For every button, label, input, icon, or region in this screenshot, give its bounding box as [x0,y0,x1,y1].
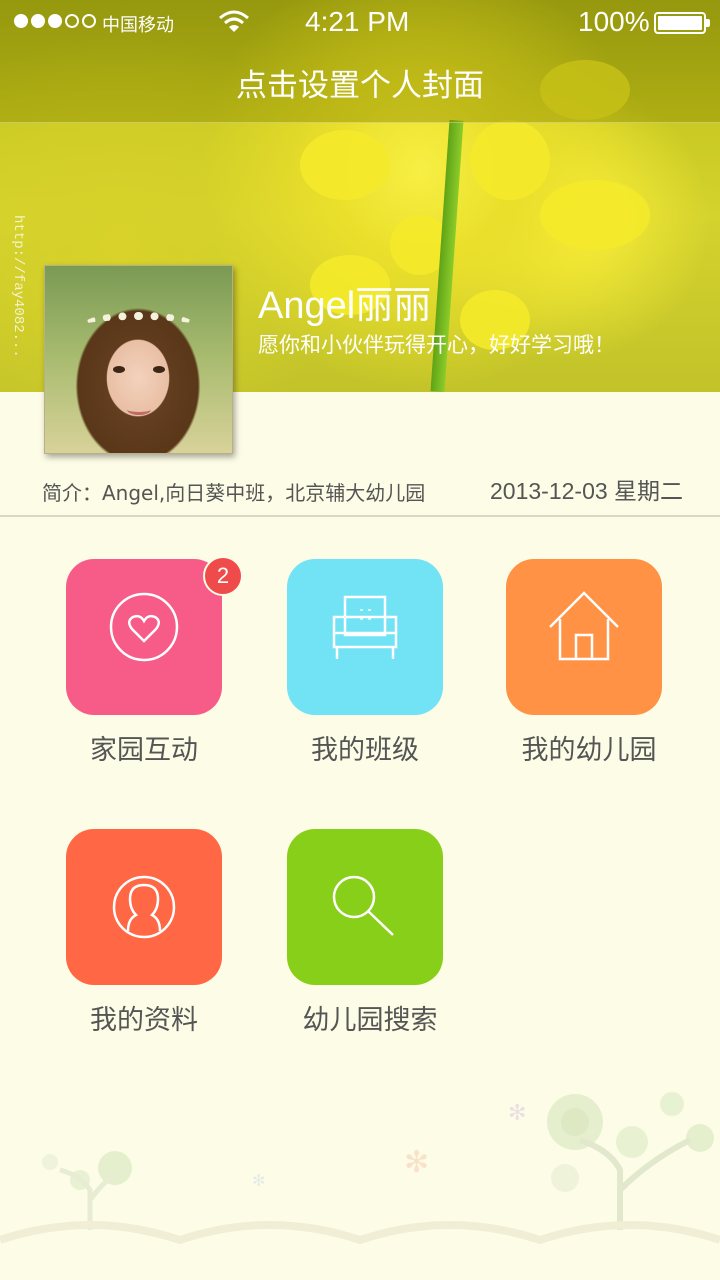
profile-intro: 简介：Angel,向日葵中班，北京辅大幼儿园 [42,481,426,505]
carrier-name: 中国移动 [102,15,174,35]
home-school-label: 家园互动 [90,735,198,766]
chair-icon [332,595,398,659]
my-kindergarten-label: 我的幼儿园 [521,735,657,766]
status-bar: 中国移动 4:21 PM 100% [0,0,720,46]
avatar[interactable] [44,265,233,454]
search-icon [332,875,394,936]
flower-crown [83,312,195,338]
battery-percentage: 100% [578,6,650,37]
svg-text:✻: ✻ [252,1171,265,1190]
divider [0,515,720,517]
my-kindergarten-button[interactable] [506,559,662,715]
profile-name: Angel丽丽 [258,285,432,327]
kindergarten-search-label: 幼儿园搜索 [302,1005,438,1036]
heart-circle-icon [109,592,179,662]
avatar-eye [113,366,125,373]
wifi-icon [219,10,249,32]
my-class-label: 我的班级 [311,735,419,766]
profile-motto: 愿你和小伙伴玩得开心，好好学习哦！ [258,333,615,357]
signal-strength-icon [14,14,96,28]
my-class-button[interactable] [287,559,443,715]
home-school-button[interactable] [66,559,222,715]
watermark-text: http://fay4082... [10,215,26,358]
flower-blob [540,180,650,250]
battery-icon [654,12,710,34]
my-profile-button[interactable] [66,829,222,985]
set-cover-title[interactable]: 点击设置个人封面 [0,60,720,105]
clock: 4:21 PM [305,6,410,37]
my-profile-label: 我的资料 [90,1005,198,1036]
avatar-eye [153,366,165,373]
user-circle-icon [112,875,176,939]
flower-blob [470,120,550,200]
decorative-trees: ✻ ✻ ✻ [0,1092,720,1245]
house-icon [549,591,619,661]
notification-badge: 2 [203,556,243,596]
flower-blob [300,130,390,200]
kindergarten-search-button[interactable] [287,829,443,985]
svg-text:✻: ✻ [404,1145,429,1180]
svg-text:✻: ✻ [508,1101,526,1126]
date-label: 2013-12-03 星期二 [490,478,684,504]
avatar-mouth [127,404,151,415]
